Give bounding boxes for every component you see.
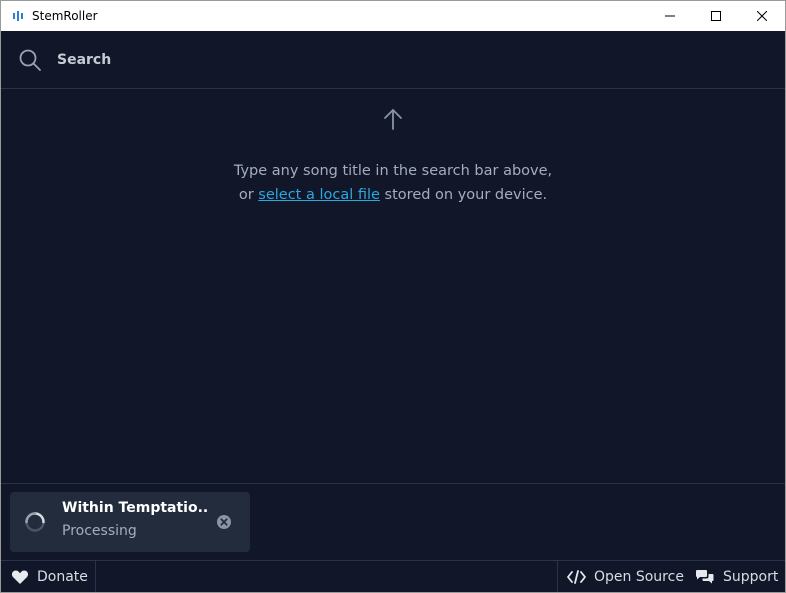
hint-suffix: stored on your device. [379, 187, 548, 203]
footer-divider [95, 561, 96, 592]
maximize-button[interactable] [693, 1, 739, 31]
hint-prefix: or [238, 187, 259, 203]
empty-state-hint: Type any song title in the search bar ab… [1, 159, 785, 207]
open-source-label: Open Source [594, 569, 684, 585]
donate-label: Donate [37, 569, 88, 585]
spinner-icon [25, 512, 45, 532]
hint-line-2: or select a local file stored on your de… [1, 183, 785, 207]
support-label: Support [723, 569, 779, 585]
title-bar[interactable]: StemRoller [1, 1, 785, 31]
main-content: Type any song title in the search bar ab… [1, 90, 785, 483]
queue-item-title: Within Temptatio... [62, 500, 207, 516]
chat-bubbles-icon [696, 570, 714, 584]
queue-item-status: Processing [62, 523, 137, 539]
footer-divider [557, 561, 558, 592]
support-button[interactable]: Support [695, 561, 779, 592]
select-local-file-link[interactable]: select a local file [258, 187, 380, 203]
maximize-icon [711, 11, 721, 21]
window-controls [647, 1, 785, 31]
open-source-button[interactable]: Open Source [567, 561, 684, 592]
search-input[interactable] [57, 51, 657, 68]
close-window-button[interactable] [739, 1, 785, 31]
minimize-icon [665, 15, 675, 17]
arrow-up-icon [384, 109, 402, 130]
queue-item[interactable]: Within Temptatio... Processing [10, 492, 250, 552]
close-window-icon [757, 11, 767, 21]
minimize-button[interactable] [647, 1, 693, 31]
app-window: StemRoller Type any song title in the se… [0, 0, 786, 593]
app-logo-icon [10, 8, 26, 24]
donate-button[interactable]: Donate [11, 561, 88, 592]
search-bar [1, 31, 785, 89]
hint-line-1: Type any song title in the search bar ab… [233, 163, 553, 179]
processing-queue: Within Temptatio... Processing [1, 483, 785, 560]
heart-icon [11, 570, 29, 584]
footer-bar: Donate Open Source Support [1, 560, 785, 592]
close-circle-icon[interactable] [216, 514, 232, 530]
code-icon [567, 570, 586, 584]
search-icon [19, 49, 41, 71]
window-title: StemRoller [32, 9, 98, 23]
